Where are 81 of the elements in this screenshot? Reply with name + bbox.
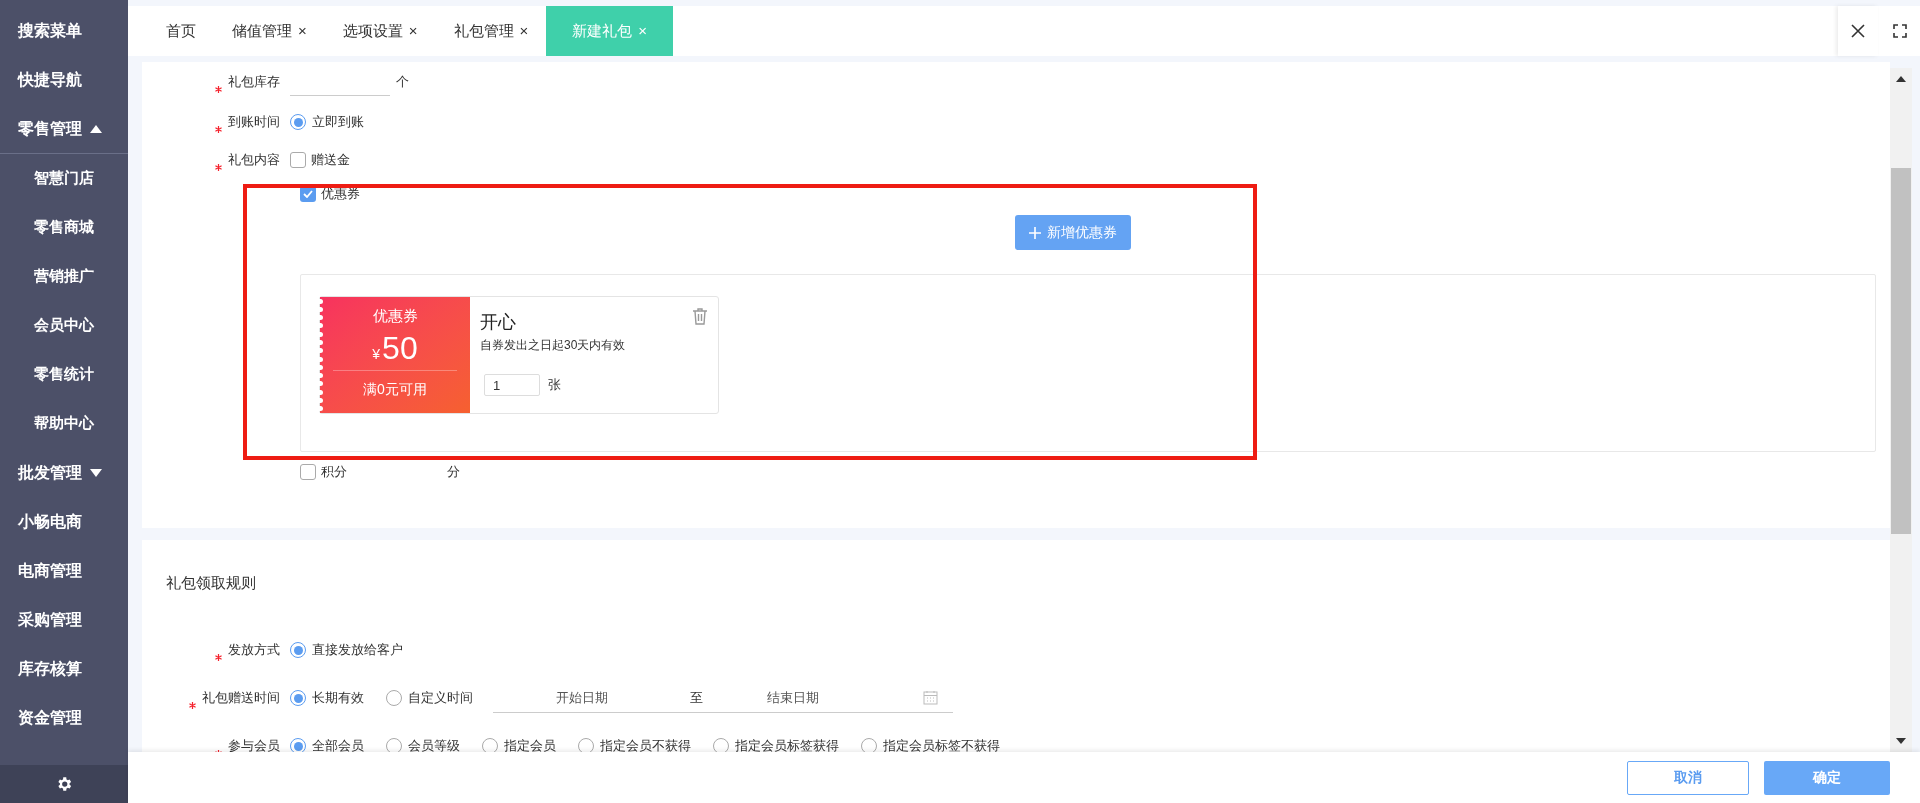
radio-label: 长期有效: [312, 689, 364, 708]
checkbox[interactable]: [300, 464, 316, 480]
plus-icon: [1029, 226, 1041, 239]
radio-label: 指定会员: [504, 737, 556, 752]
coupon-tag: 优惠券: [372, 305, 418, 328]
calendar-icon[interactable]: [923, 690, 938, 705]
radio-button[interactable]: [290, 738, 306, 752]
section-title: 礼包领取规则: [165, 572, 257, 593]
sidebar-item[interactable]: 库存核算: [0, 644, 128, 693]
sidebar-item[interactable]: 电商管理: [0, 546, 128, 595]
scroll-up-icon: [1896, 76, 1906, 82]
close-icon: [1851, 24, 1865, 38]
scrollbar[interactable]: [1890, 68, 1912, 752]
field-label: 礼包赠送时间: [202, 689, 280, 708]
tab-label: 首页: [166, 20, 196, 41]
coupon-validity: 自券发出之日起30天内有效: [480, 337, 627, 354]
sidebar-subitem[interactable]: 营销推广: [0, 252, 128, 301]
sidebar-item[interactable]: 小畅电商: [0, 497, 128, 546]
field-label: 到账时间: [228, 113, 280, 132]
tab-close-button[interactable]: ×: [298, 19, 307, 43]
checkbox-label: 优惠券: [321, 184, 360, 203]
start-date-placeholder: 开始日期: [556, 688, 608, 707]
field-label: 发放方式: [228, 641, 280, 660]
date-range-field[interactable]: 开始日期 至 结束日期: [493, 683, 953, 713]
checkbox-label: 积分: [321, 463, 347, 482]
sidebar-item-label: 批发管理: [18, 462, 82, 483]
tab-label: 选项设置: [342, 20, 403, 41]
checkbox[interactable]: [290, 152, 306, 168]
fullscreen-icon: [1893, 24, 1907, 38]
radio-button[interactable]: [386, 690, 402, 706]
trash-icon[interactable]: [692, 307, 708, 325]
sidebar-group[interactable]: 零售管理: [0, 104, 128, 153]
radio-button[interactable]: [578, 738, 594, 752]
field-label: 礼包内容: [228, 151, 280, 170]
currency-symbol: ¥: [372, 344, 381, 364]
radio-label: 指定会员标签不获得: [883, 737, 1000, 752]
unit-label: 张: [548, 376, 561, 395]
field-label: 礼包库存: [228, 73, 280, 92]
coupon-condition: 满0元可用: [363, 379, 427, 399]
radio-button[interactable]: [290, 690, 306, 706]
sidebar-group[interactable]: 批发管理: [0, 448, 128, 497]
sidebar-item-label: 零售管理: [18, 118, 82, 139]
sidebar-item[interactable]: 快捷导航: [0, 55, 128, 104]
radio-button[interactable]: [290, 642, 306, 658]
tab-label: 新建礼包: [572, 20, 633, 41]
unit-label: 分: [447, 463, 460, 482]
checkbox-label: 赠送金: [311, 151, 350, 170]
radio-label: 立即到账: [312, 113, 364, 132]
radio-label: 自定义时间: [408, 689, 473, 708]
sidebar-subitem[interactable]: 帮助中心: [0, 399, 128, 448]
radio-label: 直接发放给客户: [312, 641, 403, 660]
radio-button[interactable]: [482, 738, 498, 752]
unit-label: 个: [396, 73, 409, 92]
sidebar-subitem[interactable]: 会员中心: [0, 301, 128, 350]
radio-label: 指定会员不获得: [600, 737, 691, 752]
radio-button[interactable]: [386, 738, 402, 752]
end-date-placeholder: 结束日期: [767, 688, 819, 707]
sidebar-subitem[interactable]: 零售统计: [0, 350, 128, 399]
scroll-down-icon: [1896, 738, 1906, 744]
sidebar-subitem[interactable]: 零售商城: [0, 203, 128, 252]
sidebar-subitem[interactable]: 智慧门店: [0, 154, 128, 203]
sidebar-item[interactable]: 采购管理: [0, 595, 128, 644]
radio-button[interactable]: [713, 738, 729, 752]
radio-label: 全部会员: [312, 737, 364, 752]
close-button[interactable]: [1838, 6, 1878, 56]
tab-label: 储值管理: [232, 20, 292, 41]
coupon-name: 开心: [480, 311, 516, 333]
range-separator: 至: [690, 688, 703, 707]
sidebar-item[interactable]: 搜索菜单: [0, 6, 128, 55]
radio-button[interactable]: [290, 114, 306, 130]
radio-button[interactable]: [861, 738, 877, 752]
coupon-amount: 50: [382, 328, 418, 368]
tab-close-button[interactable]: ×: [408, 19, 418, 43]
scrollbar-thumb[interactable]: [1891, 168, 1911, 534]
field-label: 参与会员: [228, 737, 280, 752]
radio-label: 指定会员标签获得: [735, 737, 839, 752]
radio-label: 会员等级: [408, 737, 460, 752]
tab-label: 礼包管理: [453, 20, 514, 41]
sidebar-item[interactable]: 资金管理: [0, 693, 128, 742]
tab-close-button[interactable]: ×: [519, 19, 529, 43]
quantity-input[interactable]: 1: [484, 374, 540, 396]
